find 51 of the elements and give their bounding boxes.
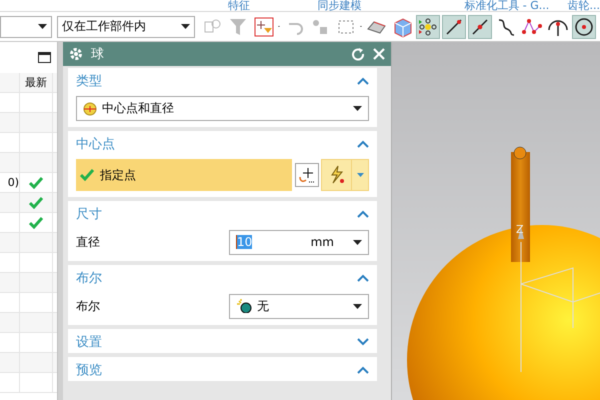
section-title[interactable]: 中心点 (76, 135, 115, 153)
toolbar-tool[interactable] (416, 14, 440, 38)
caret-icon (353, 240, 362, 244)
caret-icon (353, 106, 362, 111)
inferred-point-button[interactable] (321, 159, 369, 191)
feature-name: 0) (8, 176, 19, 189)
section-title[interactable]: 预览 (76, 361, 102, 379)
snap-points-icon (416, 16, 439, 38)
chevron-up-icon[interactable] (357, 210, 369, 218)
field-label: 直径 (76, 234, 100, 250)
chevron-up-icon[interactable] (357, 77, 369, 85)
toolbar-tool[interactable] (252, 14, 276, 38)
caret-icon (38, 24, 47, 29)
axis-label: Z (516, 223, 524, 236)
check-icon (80, 169, 94, 181)
caret-icon (356, 173, 364, 177)
specify-point-selector[interactable]: 指定点 (76, 159, 292, 191)
type-dropdown[interactable]: 中心点和直径 (76, 96, 369, 121)
circle-center-icon (572, 16, 595, 38)
close-icon[interactable] (373, 48, 385, 60)
diameter-field[interactable]: 10 mm (229, 230, 369, 254)
bomb-icon (236, 299, 252, 313)
ribbon-group-label: 齿轮... (568, 0, 600, 11)
selection-filter-dropdown[interactable] (0, 16, 52, 38)
maximize-icon[interactable] (38, 52, 51, 63)
toolbar-tool[interactable] (468, 14, 492, 38)
section-title[interactable]: 布尔 (76, 269, 102, 287)
chevron-up-icon[interactable] (357, 366, 369, 374)
settings-icon[interactable] (69, 47, 83, 61)
toolbar-tool[interactable] (442, 14, 466, 38)
ribbon-group-label: 特征 (228, 0, 251, 11)
scope-dropdown[interactable]: 仅在工作部件内 (56, 16, 195, 38)
caret-icon (353, 304, 362, 308)
point-dialog-button[interactable] (295, 163, 319, 187)
chevron-up-icon[interactable] (357, 140, 369, 148)
section-title[interactable]: 尺寸 (76, 205, 102, 223)
ribbon-group-label: 同步建模 (317, 0, 362, 11)
boolean-dropdown[interactable]: 无 (229, 294, 369, 318)
section-title[interactable]: 设置 (76, 333, 102, 351)
point-plus-icon (297, 165, 317, 185)
caret-icon (180, 24, 190, 29)
crosshair-filter-icon (253, 16, 276, 38)
section-title[interactable]: 类型 (76, 72, 102, 90)
sphere-center-icon (83, 102, 97, 116)
chevron-up-icon[interactable] (357, 274, 369, 282)
field-label: 布尔 (76, 298, 100, 314)
toolbar-tool[interactable] (572, 14, 596, 38)
reset-icon[interactable] (352, 48, 365, 60)
chevron-down-icon[interactable] (357, 338, 369, 346)
dialog-title: 球 (91, 46, 105, 63)
ribbon-group-label: 标准化工具 - G... (464, 0, 550, 11)
